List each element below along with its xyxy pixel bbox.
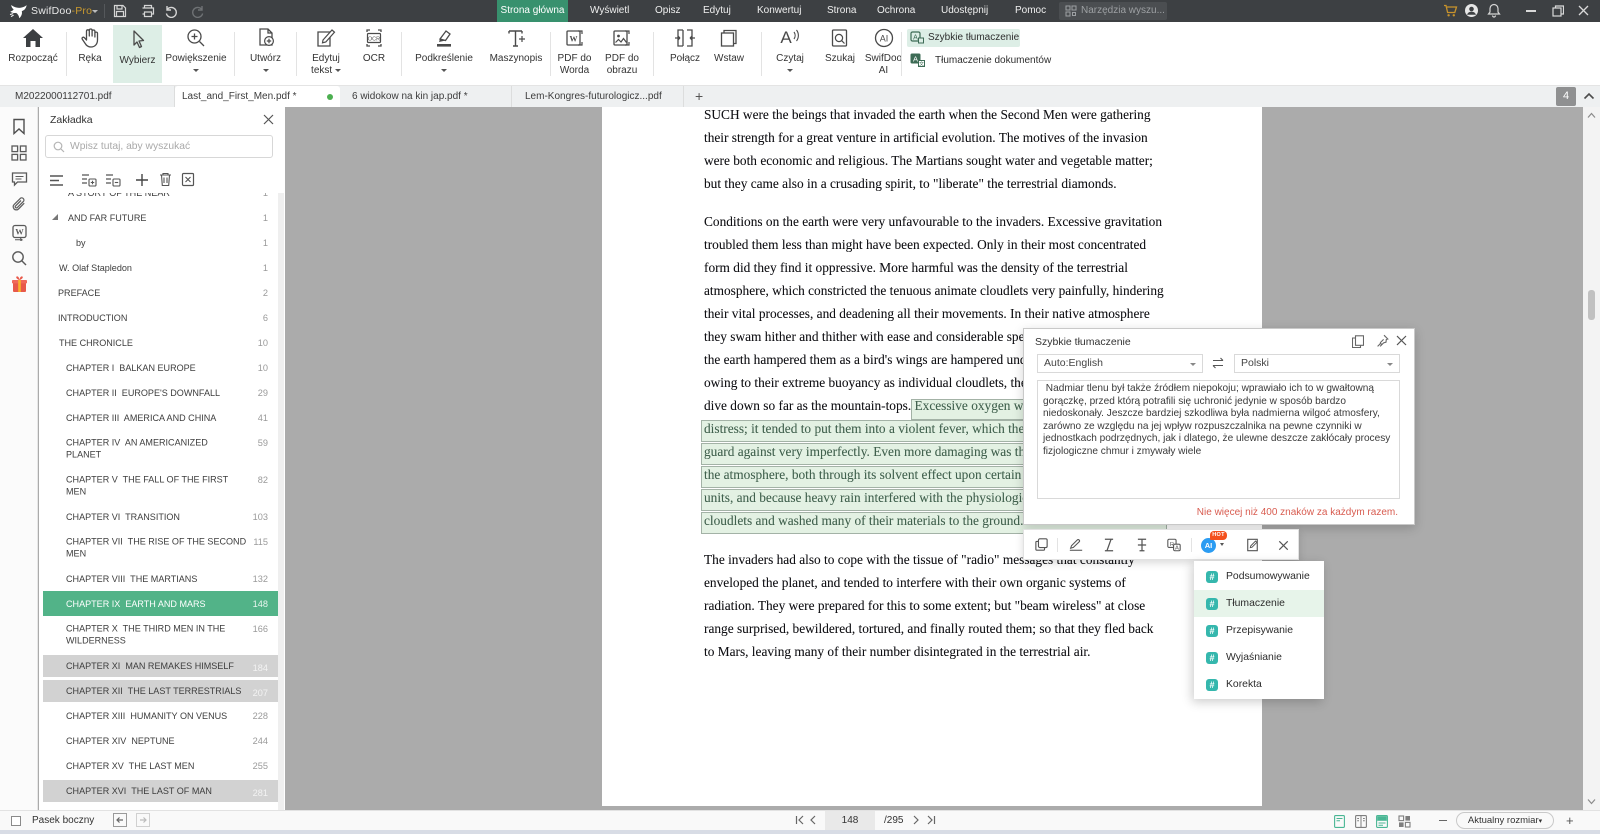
svg-text:OCR: OCR: [368, 37, 380, 43]
svg-text:AI: AI: [879, 34, 888, 44]
svg-text:A: A: [913, 35, 918, 42]
svg-text:A: A: [780, 28, 792, 47]
svg-text:W: W: [15, 227, 24, 237]
svg-text:A: A: [1175, 546, 1179, 552]
svg-text:文: 文: [919, 61, 924, 67]
svg-text:A: A: [913, 54, 918, 63]
svg-text:W: W: [569, 35, 577, 44]
